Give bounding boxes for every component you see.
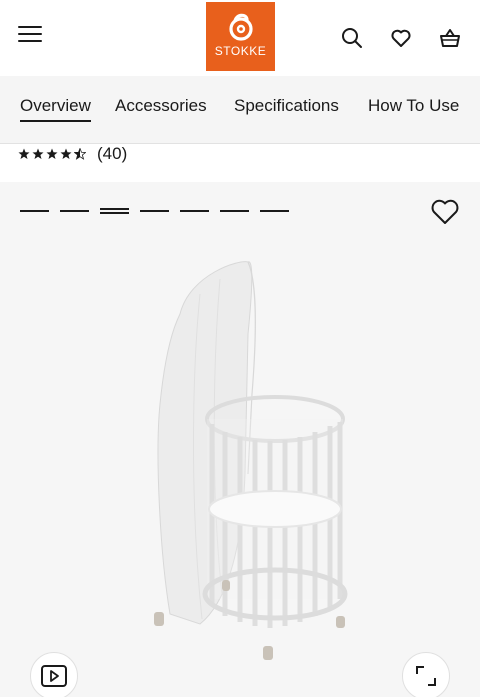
gallery-dot[interactable] [260, 210, 289, 212]
search-icon[interactable] [340, 26, 364, 50]
stokke-logo-icon [228, 13, 253, 41]
menu-button[interactable] [18, 26, 42, 48]
play-video-icon [41, 665, 67, 687]
gallery-dot[interactable] [220, 210, 249, 212]
site-header: STOKKE [0, 0, 480, 76]
gallery-dot[interactable] [180, 210, 209, 212]
product-subnav: Overview Accessories Specifications How … [0, 76, 480, 144]
menu-icon-bar [18, 33, 42, 35]
gallery-dot[interactable] [20, 210, 49, 212]
product-rating[interactable]: (40) [18, 143, 127, 165]
basket-icon[interactable] [438, 26, 462, 50]
review-count[interactable]: (40) [97, 144, 127, 164]
menu-icon-bar [18, 40, 42, 42]
gallery-dot-active[interactable] [100, 208, 129, 214]
gallery-dot[interactable] [60, 210, 89, 212]
menu-icon-bar [18, 26, 42, 28]
stokke-logo[interactable]: STOKKE [206, 2, 275, 71]
brand-name: STOKKE [214, 44, 267, 58]
star-rating [18, 148, 86, 160]
product-gallery [0, 182, 480, 697]
expand-image-button[interactable] [402, 652, 450, 697]
tab-accessories[interactable]: Accessories [115, 96, 207, 116]
star-icon [46, 148, 58, 159]
tab-overview[interactable]: Overview [20, 96, 91, 122]
gallery-pagination [20, 208, 289, 214]
star-icon [32, 148, 44, 159]
star-icon [18, 148, 30, 159]
star-icon [60, 148, 72, 159]
heart-icon[interactable] [389, 26, 413, 50]
gallery-dot[interactable] [140, 210, 169, 212]
play-video-button[interactable] [30, 652, 78, 697]
crib-product-image [154, 261, 348, 660]
favorite-heart-icon[interactable] [430, 198, 460, 226]
tab-how-to-use[interactable]: How To Use [368, 96, 459, 116]
tab-specifications[interactable]: Specifications [234, 96, 339, 116]
expand-icon [416, 666, 436, 686]
half-star-icon [74, 148, 86, 160]
